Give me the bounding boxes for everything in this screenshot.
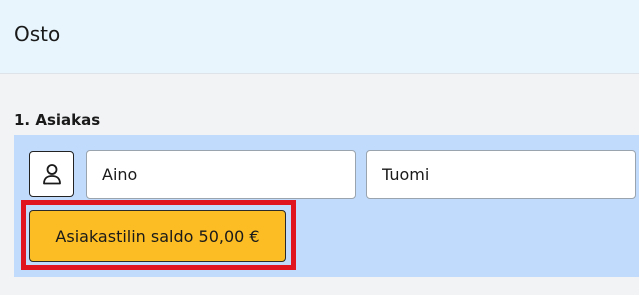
person-icon xyxy=(42,164,61,185)
page-title: Osto xyxy=(14,22,61,46)
customer-account-balance-button[interactable]: Asiakastilin saldo 50,00 € xyxy=(29,210,286,262)
page-header: Osto xyxy=(0,0,639,74)
select-customer-button[interactable] xyxy=(29,151,74,197)
last-name-input[interactable] xyxy=(366,150,636,199)
customer-section-title: 1. Asiakas xyxy=(14,111,101,129)
first-name-input[interactable] xyxy=(86,150,356,199)
